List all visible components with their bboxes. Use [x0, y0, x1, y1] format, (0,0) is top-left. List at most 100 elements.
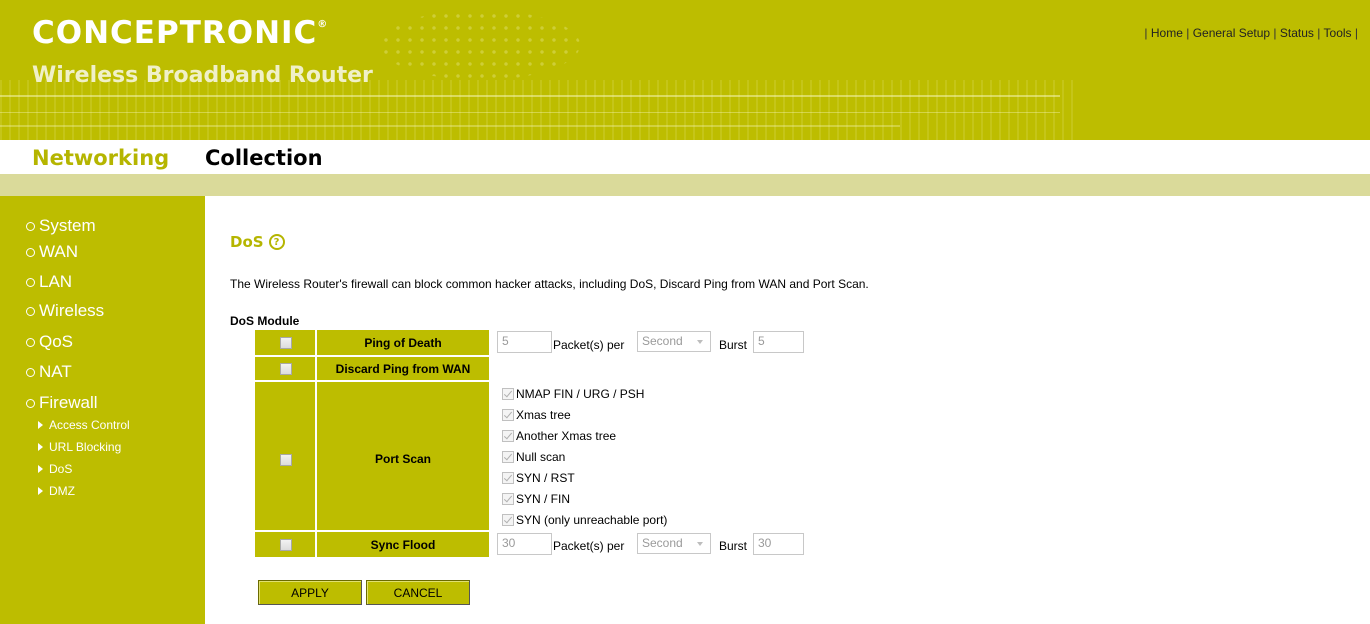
- sidebar-item-label: NAT: [39, 362, 72, 381]
- nav-link-general-setup[interactable]: General Setup: [1193, 26, 1270, 40]
- discard-ping-label: Discard Ping from WAN: [335, 362, 471, 376]
- sync-flood-unit-select[interactable]: Second: [637, 533, 711, 554]
- circle-bullet-icon: [26, 367, 35, 377]
- triangle-right-icon: [38, 487, 43, 495]
- apply-button[interactable]: APPLY: [258, 580, 362, 605]
- scan-option-nmap[interactable]: NMAP FIN / URG / PSH: [502, 387, 644, 401]
- sidebar-subitem-dmz[interactable]: DMZ: [38, 484, 75, 498]
- cancel-button[interactable]: CANCEL: [366, 580, 470, 605]
- ping-of-death-burst-input[interactable]: 5: [753, 331, 804, 353]
- sidebar-item-wireless[interactable]: Wireless: [26, 301, 104, 321]
- checkbox-icon[interactable]: [502, 409, 514, 421]
- sidebar-item-label: QoS: [39, 332, 74, 351]
- sync-flood-packets-input[interactable]: 30: [497, 533, 552, 555]
- scan-option-syn-fin[interactable]: SYN / FIN: [502, 492, 570, 506]
- port-scan-checkbox[interactable]: [280, 454, 292, 466]
- select-value: Second: [642, 334, 683, 348]
- sidebar-item-label: LAN: [39, 272, 73, 291]
- page-description: The Wireless Router's firewall can block…: [230, 277, 869, 291]
- sync-flood-label: Sync Flood: [370, 538, 436, 552]
- ping-of-death-packets-text: Packet(s) per: [553, 338, 625, 352]
- port-scan-label: Port Scan: [374, 452, 431, 466]
- nav-separator: |: [1144, 26, 1148, 40]
- chevron-down-icon: [697, 340, 703, 344]
- ping-of-death-checkbox[interactable]: [280, 337, 292, 349]
- circle-bullet-icon: [26, 277, 35, 287]
- scan-option-syn-unreachable[interactable]: SYN (only unreachable port): [502, 513, 667, 527]
- checkbox-icon[interactable]: [502, 388, 514, 400]
- banner-streak: [0, 95, 1060, 97]
- sidebar-subitem-label: DMZ: [49, 484, 75, 498]
- checkbox-icon[interactable]: [502, 430, 514, 442]
- dos-module-label: DoS Module: [230, 314, 300, 328]
- triangle-right-icon: [38, 465, 43, 473]
- scan-option-null[interactable]: Null scan: [502, 450, 565, 464]
- sync-flood-checkbox[interactable]: [280, 539, 292, 551]
- collection-label: Collection: [205, 146, 323, 170]
- sidebar-item-qos[interactable]: QoS: [26, 332, 73, 352]
- circle-bullet-icon: [26, 306, 35, 316]
- checkbox-icon[interactable]: [502, 472, 514, 484]
- sidebar-item-label: Wireless: [39, 301, 105, 320]
- sync-flood-burst-label: Burst: [719, 539, 748, 553]
- main-content: DoS ? The Wireless Router's firewall can…: [205, 196, 1370, 624]
- triangle-right-icon: [38, 421, 43, 429]
- nav-separator: |: [1354, 26, 1358, 40]
- brand-logo: CONCEPTRONIC®: [32, 15, 328, 51]
- scan-option-another-xmas[interactable]: Another Xmas tree: [502, 429, 616, 443]
- sidebar-item-label: Firewall: [39, 393, 98, 412]
- sidebar-subitem-label: Access Control: [49, 418, 130, 432]
- header-banner: CONCEPTRONIC® Wireless Broadband Router …: [0, 0, 1370, 140]
- sidebar-subitem-dos[interactable]: DoS: [38, 462, 72, 476]
- sidebar-subitem-url-blocking[interactable]: URL Blocking: [38, 440, 121, 454]
- sidebar-subitem-access-control[interactable]: Access Control: [38, 418, 130, 432]
- product-name: Wireless Broadband Router: [32, 63, 373, 88]
- banner-dots: [380, 10, 580, 80]
- nav-link-home[interactable]: Home: [1151, 26, 1183, 40]
- scan-option-label: Null scan: [516, 450, 566, 464]
- checkbox-icon[interactable]: [502, 451, 514, 463]
- sidebar-item-label: WAN: [39, 242, 79, 261]
- sidebar-item-system[interactable]: System: [26, 216, 96, 236]
- ping-of-death-packets-input[interactable]: 5: [497, 331, 552, 353]
- scan-option-label: SYN / FIN: [516, 492, 571, 506]
- collection-bar: Networking Collection: [0, 140, 1370, 174]
- banner-decoration: [0, 80, 1080, 140]
- nav-separator: |: [1186, 26, 1190, 40]
- scan-option-syn-rst[interactable]: SYN / RST: [502, 471, 575, 485]
- collection-networking: Networking: [32, 146, 170, 170]
- checkbox-icon[interactable]: [502, 514, 514, 526]
- select-value: Second: [642, 536, 683, 550]
- brand-name: CONCEPTRONIC: [32, 15, 318, 51]
- ping-of-death-unit-select[interactable]: Second: [637, 331, 711, 352]
- sidebar-item-wan[interactable]: WAN: [26, 242, 78, 262]
- circle-bullet-icon: [26, 398, 35, 408]
- checkbox-icon[interactable]: [502, 493, 514, 505]
- discard-ping-checkbox[interactable]: [280, 363, 292, 375]
- page-title-text: DoS: [230, 233, 264, 251]
- nav-separator: |: [1273, 26, 1277, 40]
- sidebar-subitem-label: URL Blocking: [49, 440, 122, 454]
- sidebar-item-lan[interactable]: LAN: [26, 272, 72, 292]
- ping-of-death-label: Ping of Death: [364, 336, 442, 350]
- sidebar-item-nat[interactable]: NAT: [26, 362, 72, 382]
- circle-bullet-icon: [26, 221, 35, 231]
- header-stripe: [0, 174, 1370, 196]
- scan-option-label: Xmas tree: [516, 408, 571, 422]
- sidebar-item-label: System: [39, 216, 96, 235]
- scan-option-label: NMAP FIN / URG / PSH: [516, 387, 645, 401]
- top-nav: | Home | General Setup | Status | Tools …: [1144, 26, 1358, 40]
- scan-option-xmas[interactable]: Xmas tree: [502, 408, 571, 422]
- nav-link-status[interactable]: Status: [1280, 26, 1314, 40]
- sync-flood-burst-input[interactable]: 30: [753, 533, 804, 555]
- ping-of-death-burst-label: Burst: [719, 338, 748, 352]
- nav-link-tools[interactable]: Tools: [1324, 26, 1352, 40]
- triangle-right-icon: [38, 443, 43, 451]
- circle-bullet-icon: [26, 247, 35, 257]
- scan-option-label: SYN / RST: [516, 471, 575, 485]
- help-icon[interactable]: ?: [268, 234, 285, 250]
- scan-option-label: Another Xmas tree: [516, 429, 617, 443]
- banner-streak: [0, 125, 900, 127]
- sidebar-item-firewall[interactable]: Firewall: [26, 393, 98, 413]
- circle-bullet-icon: [26, 337, 35, 347]
